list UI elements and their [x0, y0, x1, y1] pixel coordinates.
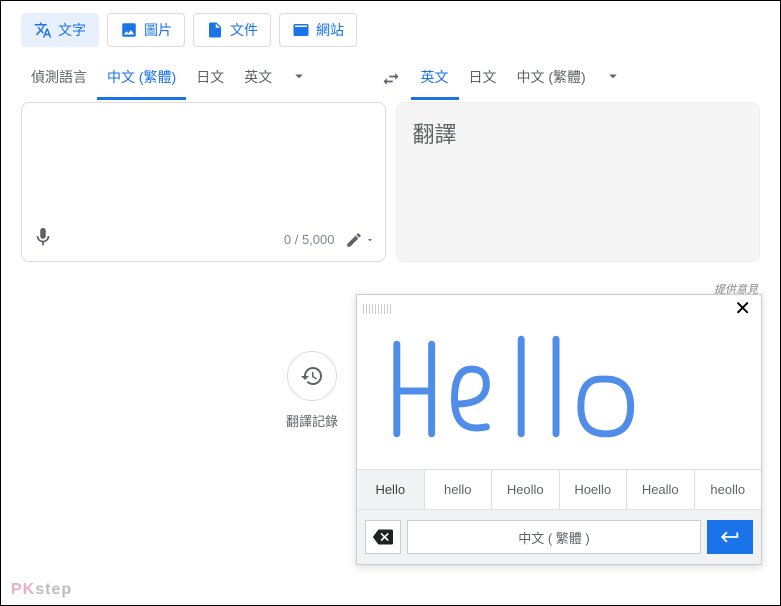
- tab-websites[interactable]: 網站: [279, 13, 357, 47]
- target-lang-zh[interactable]: 中文 (繁體): [507, 57, 596, 100]
- handwriting-stroke: [357, 319, 761, 469]
- target-lang-en[interactable]: 英文: [411, 57, 459, 100]
- history-label: 翻譯記錄: [286, 411, 338, 430]
- suggestion-5[interactable]: heollo: [695, 470, 762, 509]
- watermark: PKstep: [11, 581, 72, 599]
- tab-text[interactable]: 文字: [21, 13, 99, 47]
- close-icon: ✕: [734, 298, 751, 320]
- drag-handle[interactable]: [363, 304, 393, 314]
- tab-websites-label: 網站: [316, 20, 344, 40]
- image-icon: [120, 21, 138, 39]
- enter-button[interactable]: [707, 520, 753, 554]
- source-lang-ja[interactable]: 日文: [186, 57, 234, 100]
- tab-documents-label: 文件: [230, 20, 258, 40]
- chevron-down-icon: [604, 67, 622, 85]
- close-button[interactable]: ✕: [730, 299, 755, 319]
- tab-images-label: 圖片: [144, 20, 172, 40]
- website-icon: [292, 21, 310, 39]
- enter-icon: [719, 526, 741, 548]
- source-lang-en[interactable]: 英文: [234, 57, 282, 100]
- translate-icon: [34, 21, 52, 39]
- hw-language-button[interactable]: 中文 ( 繁體 ): [407, 520, 701, 554]
- suggestion-1[interactable]: hello: [425, 470, 493, 509]
- source-panel[interactable]: 0 / 5,000: [21, 102, 386, 262]
- handwriting-panel: ✕ Hello hello Heollo Hoello Heallo h: [356, 294, 762, 565]
- tab-images[interactable]: 圖片: [107, 13, 185, 47]
- mic-icon: [32, 226, 54, 248]
- target-lang-more[interactable]: [596, 67, 630, 90]
- history-icon: [300, 364, 324, 388]
- char-counter: 0 / 5,000: [284, 232, 335, 247]
- target-lang-ja[interactable]: 日文: [459, 57, 507, 100]
- backspace-icon: [373, 527, 393, 547]
- target-lang-group: 英文 日文 中文 (繁體): [411, 57, 761, 100]
- caret-down-icon: [365, 235, 375, 245]
- tab-text-label: 文字: [58, 20, 86, 40]
- suggestion-3[interactable]: Hoello: [560, 470, 628, 509]
- target-placeholder: 翻譯: [397, 103, 760, 163]
- suggestion-row: Hello hello Heollo Hoello Heallo heollo: [357, 469, 761, 509]
- chevron-down-icon: [290, 67, 308, 85]
- source-lang-zh[interactable]: 中文 (繁體): [97, 57, 186, 100]
- handwriting-canvas[interactable]: [357, 319, 761, 469]
- mic-button[interactable]: [32, 226, 54, 253]
- source-lang-group: 偵測語言 中文 (繁體) 日文 英文: [21, 57, 371, 100]
- document-icon: [206, 21, 224, 39]
- suggestion-4[interactable]: Heallo: [627, 470, 695, 509]
- source-lang-detect[interactable]: 偵測語言: [21, 57, 97, 100]
- input-tools-button[interactable]: [345, 231, 375, 249]
- source-lang-more[interactable]: [282, 67, 316, 90]
- target-panel: 翻譯: [396, 102, 761, 262]
- pencil-icon: [345, 231, 363, 249]
- suggestion-2[interactable]: Heollo: [492, 470, 560, 509]
- tab-documents[interactable]: 文件: [193, 13, 271, 47]
- swap-button[interactable]: [371, 57, 411, 100]
- history-button[interactable]: [287, 351, 337, 401]
- history-block: 翻譯記錄: [286, 351, 338, 430]
- swap-icon: [381, 69, 401, 89]
- suggestion-0[interactable]: Hello: [357, 470, 425, 509]
- backspace-button[interactable]: [365, 520, 401, 554]
